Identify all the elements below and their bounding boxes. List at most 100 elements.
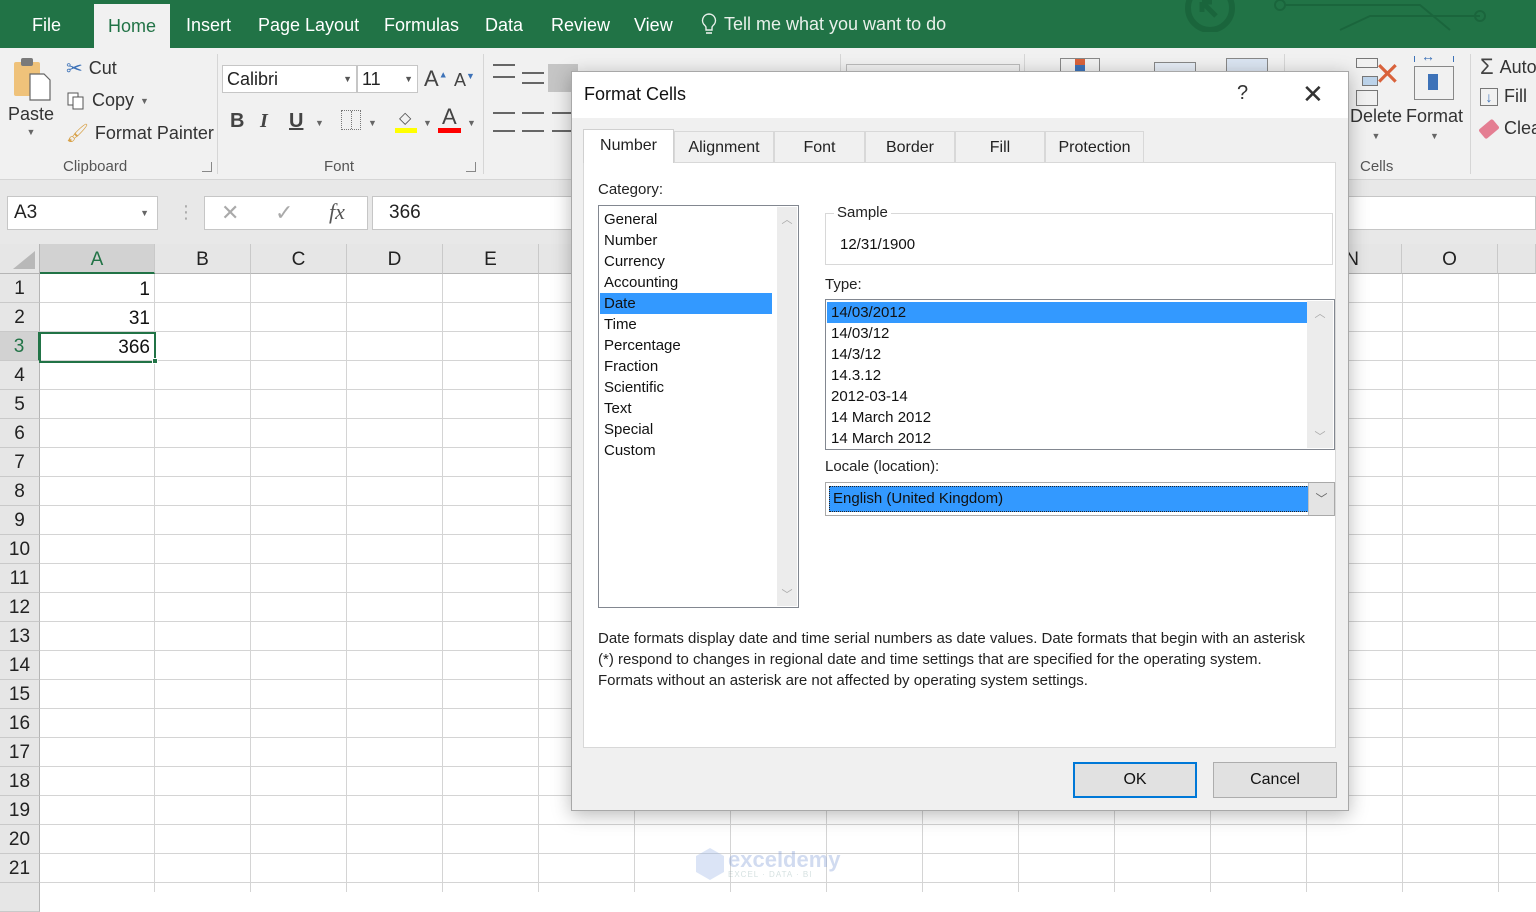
type-item[interactable]: 14/03/2012 — [827, 302, 1307, 323]
category-item-time[interactable]: Time — [600, 314, 772, 335]
help-icon[interactable]: ? — [1237, 82, 1248, 105]
row-header-18[interactable]: 18 — [0, 767, 40, 796]
copy-button[interactable]: Copy ▼ — [66, 90, 149, 111]
category-item-general[interactable]: General — [600, 209, 772, 230]
row-header-7[interactable]: 7 — [0, 448, 40, 477]
decrease-font-size-button[interactable]: A▼ — [454, 70, 475, 91]
fill-handle[interactable] — [152, 358, 158, 364]
delete-cells-button[interactable]: Delete ▼ — [1350, 106, 1402, 141]
tab-border[interactable]: Border — [865, 131, 955, 163]
tab-alignment[interactable]: Alignment — [674, 131, 774, 163]
font-name-dropdown[interactable]: Calibri ▼ — [222, 65, 357, 93]
type-item[interactable]: 2012-03-14 — [827, 386, 1307, 407]
format-painter-button[interactable]: 🖌 Format Painter — [66, 123, 214, 144]
ok-button[interactable]: OK — [1073, 762, 1197, 798]
type-scrollbar[interactable]: ︿ ﹀ — [1307, 301, 1333, 448]
insert-function-icon[interactable]: fx — [329, 199, 345, 225]
locale-dropdown[interactable]: English (United Kingdom) ﹀ — [825, 482, 1335, 516]
row-header-13[interactable]: 13 — [0, 622, 40, 651]
borders-dropdown-icon[interactable]: ▼ — [368, 118, 377, 128]
column-header-c[interactable]: C — [251, 244, 347, 274]
row-header-21[interactable]: 21 — [0, 854, 40, 883]
row-header-2[interactable]: 2 — [0, 303, 40, 332]
category-item-special[interactable]: Special — [600, 419, 772, 440]
category-item-date[interactable]: Date — [600, 293, 772, 314]
row-header-16[interactable]: 16 — [0, 709, 40, 738]
row-header-6[interactable]: 6 — [0, 419, 40, 448]
tab-home[interactable]: Home — [94, 4, 171, 48]
category-item-accounting[interactable]: Accounting — [600, 272, 772, 293]
tab-number[interactable]: Number — [583, 129, 674, 163]
bold-button[interactable]: B — [230, 110, 244, 133]
cancel-button[interactable]: Cancel — [1213, 762, 1337, 798]
dialog-title-bar[interactable]: Format Cells ? ✕ — [572, 72, 1348, 118]
category-item-fraction[interactable]: Fraction — [600, 356, 772, 377]
fill-color-button[interactable]: ◇ — [395, 108, 419, 134]
paste-dropdown-icon[interactable]: ▼ — [27, 127, 36, 137]
row-header-15[interactable]: 15 — [0, 680, 40, 709]
tab-review[interactable]: Review — [549, 0, 612, 48]
row-header-9[interactable]: 9 — [0, 506, 40, 535]
row-header-14[interactable]: 14 — [0, 651, 40, 680]
align-right-button[interactable] — [552, 112, 572, 132]
type-item[interactable]: 14/03/12 — [827, 323, 1307, 344]
row-header-10[interactable]: 10 — [0, 535, 40, 564]
tab-insert[interactable]: Insert — [184, 0, 233, 48]
align-center-button[interactable] — [522, 112, 544, 132]
font-color-button[interactable]: A — [438, 104, 462, 134]
cut-button[interactable]: ✂ Cut — [66, 56, 117, 81]
underline-button[interactable]: U — [289, 110, 303, 133]
type-item[interactable]: 14 March 2012 — [827, 428, 1307, 449]
formula-bar-grip-icon[interactable]: ⋮ — [177, 202, 195, 222]
fill-button[interactable]: ↓ Fill — [1480, 86, 1527, 107]
middle-align-button[interactable] — [522, 72, 544, 84]
column-header-a[interactable]: A — [40, 244, 155, 274]
top-align-button[interactable] — [493, 64, 515, 78]
tab-page-layout[interactable]: Page Layout — [256, 0, 361, 48]
tell-me-search[interactable]: Tell me what you want to do — [700, 0, 946, 48]
category-item-scientific[interactable]: Scientific — [600, 377, 772, 398]
tab-file[interactable]: File — [30, 0, 63, 48]
category-listbox[interactable]: ︿ ﹀ General Number Currency Accounting Date T… — [598, 205, 799, 608]
cell-a2[interactable]: 31 — [40, 303, 154, 332]
column-header-b[interactable]: B — [155, 244, 251, 274]
type-item[interactable]: 14 March 2012 — [827, 407, 1307, 428]
borders-button[interactable] — [341, 110, 361, 130]
format-cells-button[interactable]: Format ▼ — [1406, 106, 1463, 141]
tab-fill[interactable]: Fill — [955, 131, 1045, 163]
category-item-currency[interactable]: Currency — [600, 251, 772, 272]
clipboard-dialog-launcher-icon[interactable] — [202, 162, 212, 172]
copy-dropdown-icon[interactable]: ▼ — [140, 96, 149, 106]
scroll-up-icon[interactable]: ︿ — [1307, 305, 1333, 321]
scroll-down-icon[interactable]: ﹀ — [1307, 428, 1333, 444]
column-header-d[interactable]: D — [347, 244, 443, 274]
fill-color-dropdown-icon[interactable]: ▼ — [423, 118, 432, 128]
confirm-entry-icon[interactable]: ✓ — [275, 200, 293, 226]
increase-font-size-button[interactable]: A▲ — [424, 66, 448, 92]
category-scrollbar[interactable]: ︿ ﹀ — [777, 207, 797, 606]
category-item-percentage[interactable]: Percentage — [600, 335, 772, 356]
row-header-1[interactable]: 1 — [0, 274, 40, 303]
row-header-11[interactable]: 11 — [0, 564, 40, 593]
font-color-dropdown-icon[interactable]: ▼ — [467, 118, 476, 128]
tab-data[interactable]: Data — [483, 0, 525, 48]
tab-protection[interactable]: Protection — [1045, 131, 1144, 163]
cell-a1[interactable]: 1 — [40, 274, 154, 303]
chevron-down-icon[interactable]: ﹀ — [1308, 483, 1334, 515]
name-box[interactable]: A3 ▼ — [7, 196, 158, 230]
column-header-o[interactable]: O — [1402, 244, 1498, 274]
category-item-number[interactable]: Number — [600, 230, 772, 251]
underline-dropdown-icon[interactable]: ▼ — [315, 118, 324, 128]
tab-font[interactable]: Font — [774, 131, 865, 163]
column-header-p[interactable] — [1498, 244, 1536, 274]
row-header-22[interactable] — [0, 883, 40, 912]
row-header-19[interactable]: 19 — [0, 796, 40, 825]
italic-button[interactable]: I — [260, 110, 268, 133]
row-header-5[interactable]: 5 — [0, 390, 40, 419]
font-dialog-launcher-icon[interactable] — [466, 162, 476, 172]
tab-formulas[interactable]: Formulas — [382, 0, 461, 48]
autosum-button[interactable]: Σ Auto — [1480, 54, 1536, 80]
cancel-entry-icon[interactable]: ✕ — [221, 200, 239, 226]
category-item-custom[interactable]: Custom — [600, 440, 772, 461]
select-all-button[interactable] — [0, 244, 40, 274]
